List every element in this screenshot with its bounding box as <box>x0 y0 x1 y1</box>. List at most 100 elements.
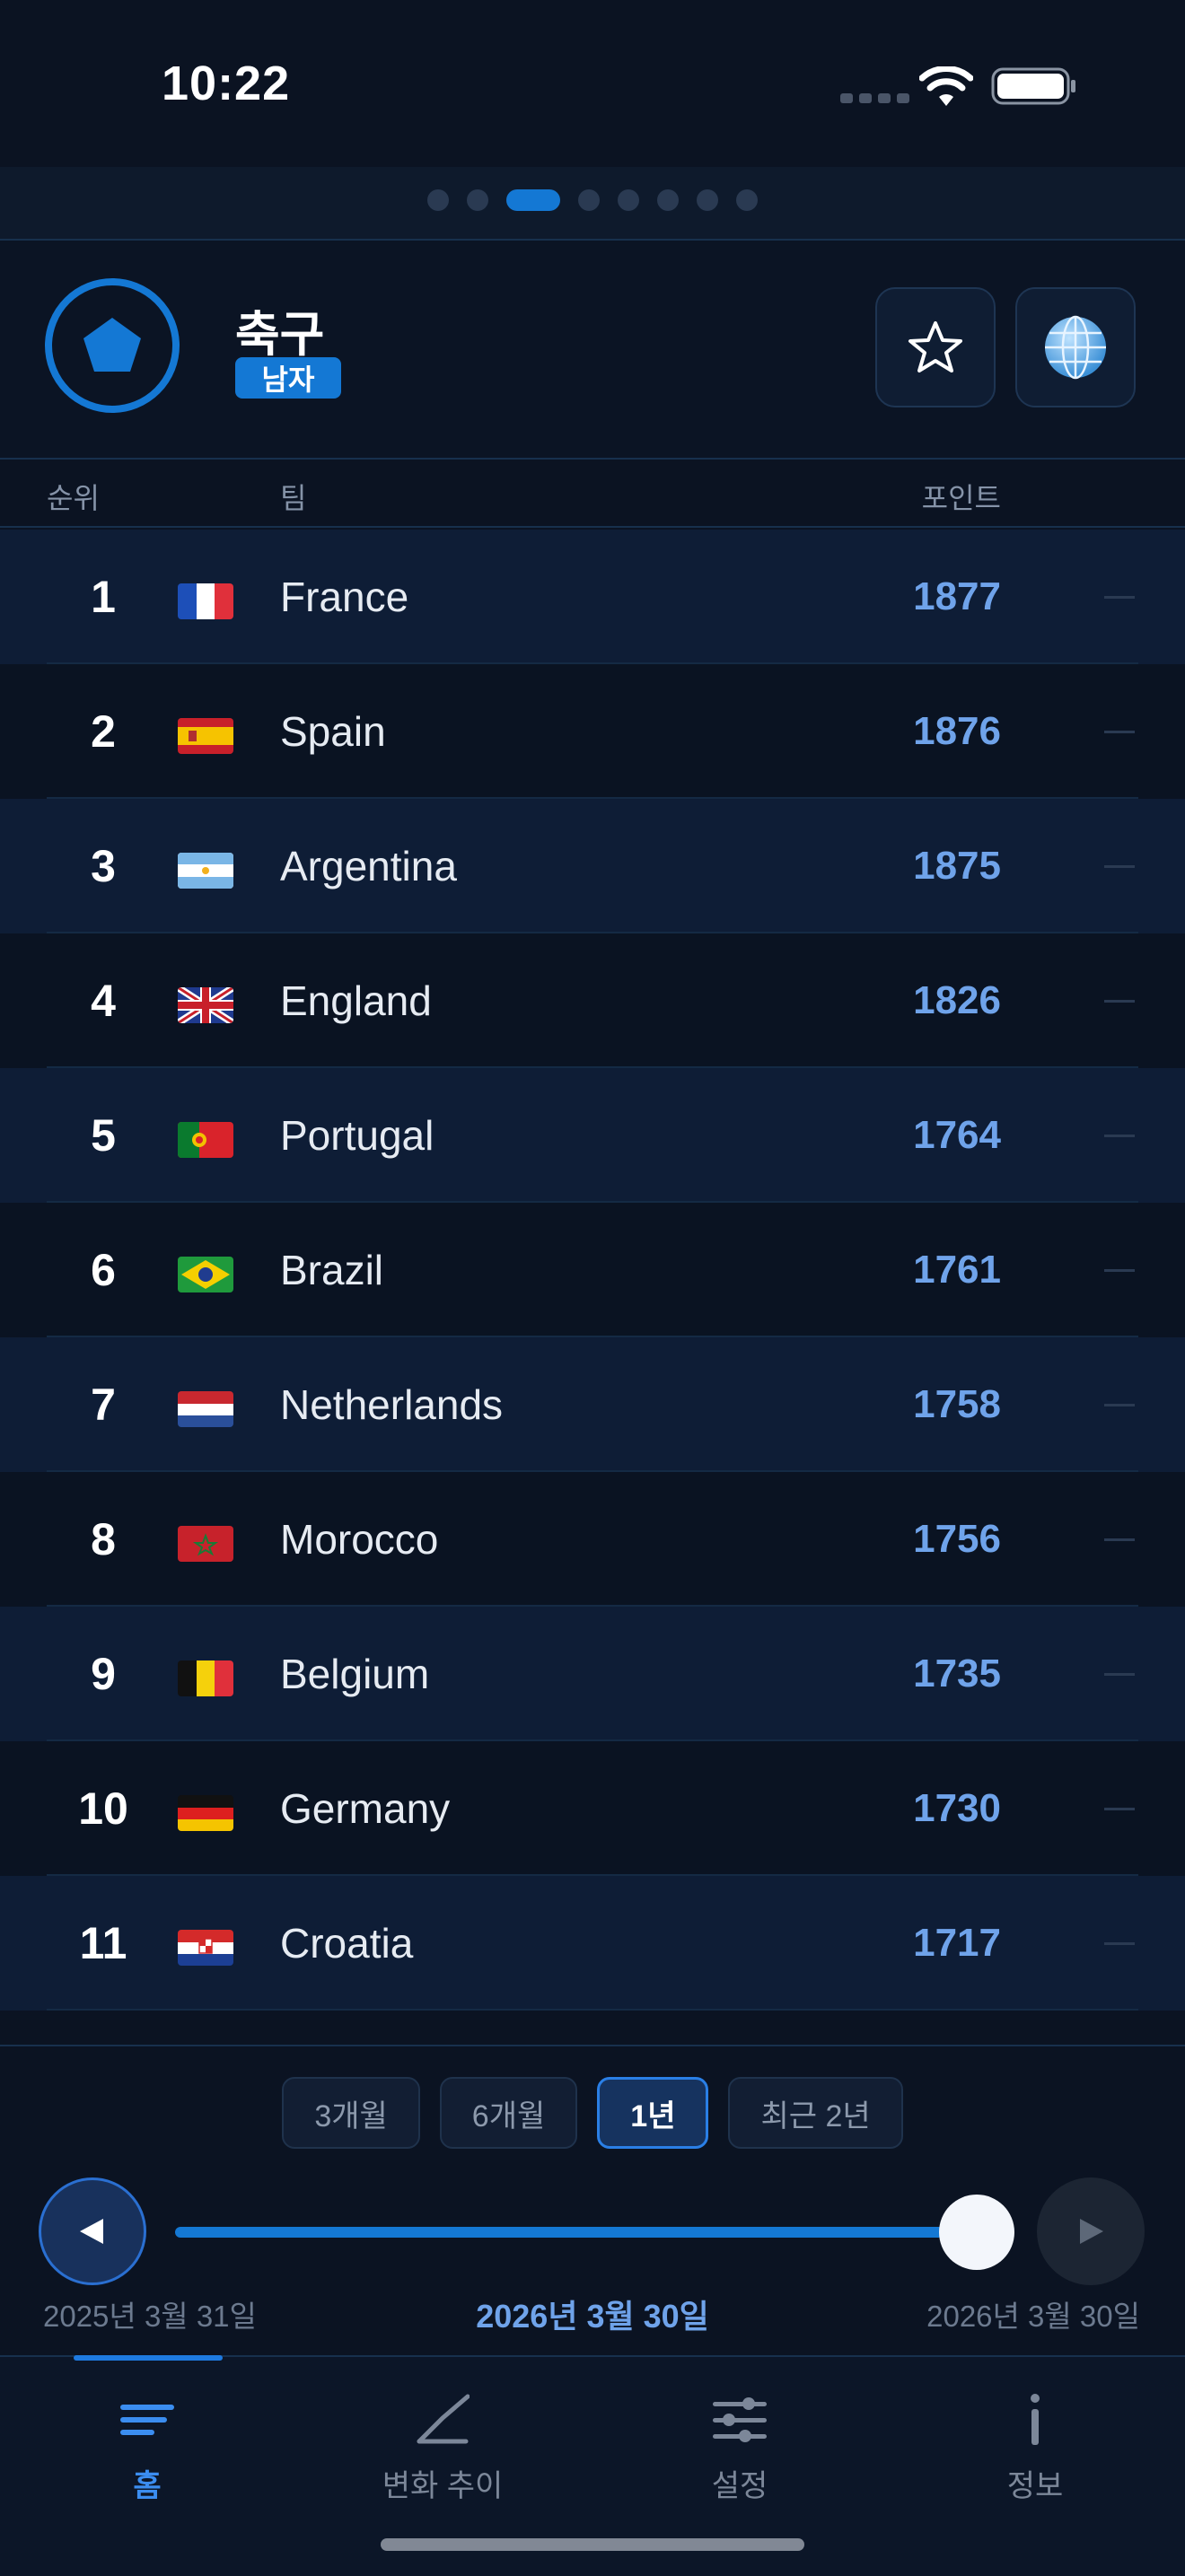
rank-change-dash-icon <box>1104 1808 1135 1810</box>
portugal-flag-icon <box>178 1122 233 1158</box>
france-flag-icon <box>178 583 233 619</box>
rank-change-dash-icon <box>1104 731 1135 733</box>
battery-icon <box>991 67 1075 105</box>
team-row[interactable]: 2 Spain 1876 <box>0 664 1185 799</box>
team-row[interactable]: 9 Belgium 1735 <box>0 1607 1185 1741</box>
rank-change-dash-icon <box>1104 1135 1135 1137</box>
team-points: 1876 <box>913 709 1001 753</box>
timeline-controls: 3개월 6개월 1년 최근 2년 2025년 3월 31일 2026년 3월 30일 … <box>0 2045 1185 2357</box>
date-slider-track[interactable] <box>175 2227 977 2238</box>
team-row[interactable]: 11 Croatia 1717 <box>0 1876 1185 2011</box>
rank-change-dash-icon <box>1104 1942 1135 1945</box>
page-dot[interactable] <box>618 189 639 211</box>
team-points: 1758 <box>913 1382 1001 1426</box>
team-points: 1761 <box>913 1248 1001 1292</box>
team-rank: 7 <box>91 1380 116 1430</box>
page-dots <box>0 189 1185 211</box>
team-name: England <box>280 977 432 1024</box>
rank-change-dash-icon <box>1104 1269 1135 1272</box>
team-rank: 11 <box>79 1918 127 1968</box>
argentina-flag-icon <box>178 853 233 889</box>
tab-home-label: 홈 <box>133 2469 162 2503</box>
page-dot[interactable] <box>467 189 488 211</box>
soccer-pentagon-icon <box>45 278 180 413</box>
range-tab[interactable]: 6개월 <box>439 2077 578 2149</box>
page-dot[interactable] <box>506 189 560 211</box>
rank-change-dash-icon <box>1104 1673 1135 1676</box>
team-row[interactable]: 4 England 1826 <box>0 933 1185 1068</box>
rank-change-dash-icon <box>1104 596 1135 599</box>
previous-date-button[interactable] <box>39 2177 146 2285</box>
team-points: 1756 <box>913 1517 1001 1561</box>
gender-badge: 남자 <box>235 357 341 399</box>
status-bar: 10:22 <box>0 0 1185 167</box>
team-rank: 4 <box>91 976 116 1026</box>
team-points: 1826 <box>913 978 1001 1022</box>
region-button[interactable] <box>1015 287 1136 407</box>
team-points: 1877 <box>913 574 1001 618</box>
wifi-icon <box>919 66 973 106</box>
tab-trend[interactable]: 변화 추이 <box>353 2393 532 2510</box>
team-name: Morocco <box>280 1516 439 1563</box>
rank-change-dash-icon <box>1104 1404 1135 1406</box>
end-date-label: 2026년 3월 30일 <box>926 2300 1140 2333</box>
team-rank: 1 <box>91 572 116 622</box>
range-tab[interactable]: 최근 2년 <box>728 2077 903 2149</box>
team-row[interactable]: 8 Morocco 1756 <box>0 1472 1185 1607</box>
rank-change-dash-icon <box>1104 1538 1135 1541</box>
team-row[interactable]: 3 Argentina 1875 <box>0 799 1185 933</box>
page-dot[interactable] <box>578 189 600 211</box>
trend-line-icon <box>417 2394 470 2444</box>
favorite-button[interactable] <box>875 287 996 407</box>
column-rank: 순위 <box>47 482 100 514</box>
range-tab[interactable]: 1년 <box>597 2077 709 2149</box>
ranking-table-header: 순위 팀 포인트 <box>0 460 1185 528</box>
sliders-icon <box>713 2397 767 2442</box>
page-dot[interactable] <box>697 189 718 211</box>
page-dot[interactable] <box>736 189 758 211</box>
tab-info[interactable]: 정보 <box>945 2393 1125 2510</box>
team-rank: 8 <box>91 1514 116 1564</box>
team-row[interactable]: 5 Portugal 1764 <box>0 1068 1185 1203</box>
team-rank: 10 <box>78 1783 128 1834</box>
team-row[interactable]: 10 Germany 1730 <box>0 1741 1185 1876</box>
team-points: 1735 <box>913 1652 1001 1695</box>
tab-home[interactable]: 홈 <box>57 2393 237 2510</box>
netherlands-flag-icon <box>178 1391 233 1427</box>
team-points: 1717 <box>913 1921 1001 1965</box>
range-tab[interactable]: 3개월 <box>282 2077 420 2149</box>
next-date-button[interactable] <box>1037 2177 1145 2285</box>
page-indicator <box>0 167 1185 241</box>
active-tab-indicator <box>74 2355 223 2361</box>
team-row[interactable]: 7 Netherlands 1758 <box>0 1337 1185 1472</box>
croatia-flag-icon <box>178 1930 233 1966</box>
team-points: 1730 <box>913 1786 1001 1830</box>
team-name: Argentina <box>280 843 457 889</box>
team-rank: 3 <box>91 841 116 891</box>
column-points: 포인트 <box>921 482 1001 514</box>
range-selector: 3개월 6개월 1년 최근 2년 <box>0 2077 1185 2149</box>
page-dot[interactable] <box>427 189 449 211</box>
tab-trend-label: 변화 추이 <box>382 2469 504 2503</box>
team-row[interactable]: 6 Brazil 1761 <box>0 1203 1185 1337</box>
team-name: Spain <box>280 708 386 755</box>
team-name: Belgium <box>280 1651 430 1697</box>
date-slider-thumb[interactable] <box>939 2195 1014 2270</box>
tab-settings[interactable]: 설정 <box>650 2393 830 2510</box>
team-rank: 6 <box>91 1245 116 1295</box>
sport-title: 축구 <box>235 308 325 362</box>
page-dot[interactable] <box>657 189 679 211</box>
team-name: Croatia <box>280 1920 414 1967</box>
team-points: 1764 <box>913 1113 1001 1157</box>
globe-icon <box>1045 315 1106 380</box>
team-rank: 9 <box>91 1649 116 1699</box>
home-indicator <box>381 2538 804 2551</box>
column-team: 팀 <box>280 482 307 514</box>
rank-change-dash-icon <box>1104 865 1135 868</box>
cellular-signal-icon <box>840 93 909 103</box>
belgium-flag-icon <box>178 1660 233 1696</box>
morocco-flag-icon <box>178 1526 233 1562</box>
ranking-list: 1 France 1877 2 Spain 1876 3 Argentina 1875 4 Engl… <box>0 530 1185 2011</box>
team-row[interactable]: 1 France 1877 <box>0 530 1185 664</box>
germany-flag-icon <box>178 1795 233 1831</box>
